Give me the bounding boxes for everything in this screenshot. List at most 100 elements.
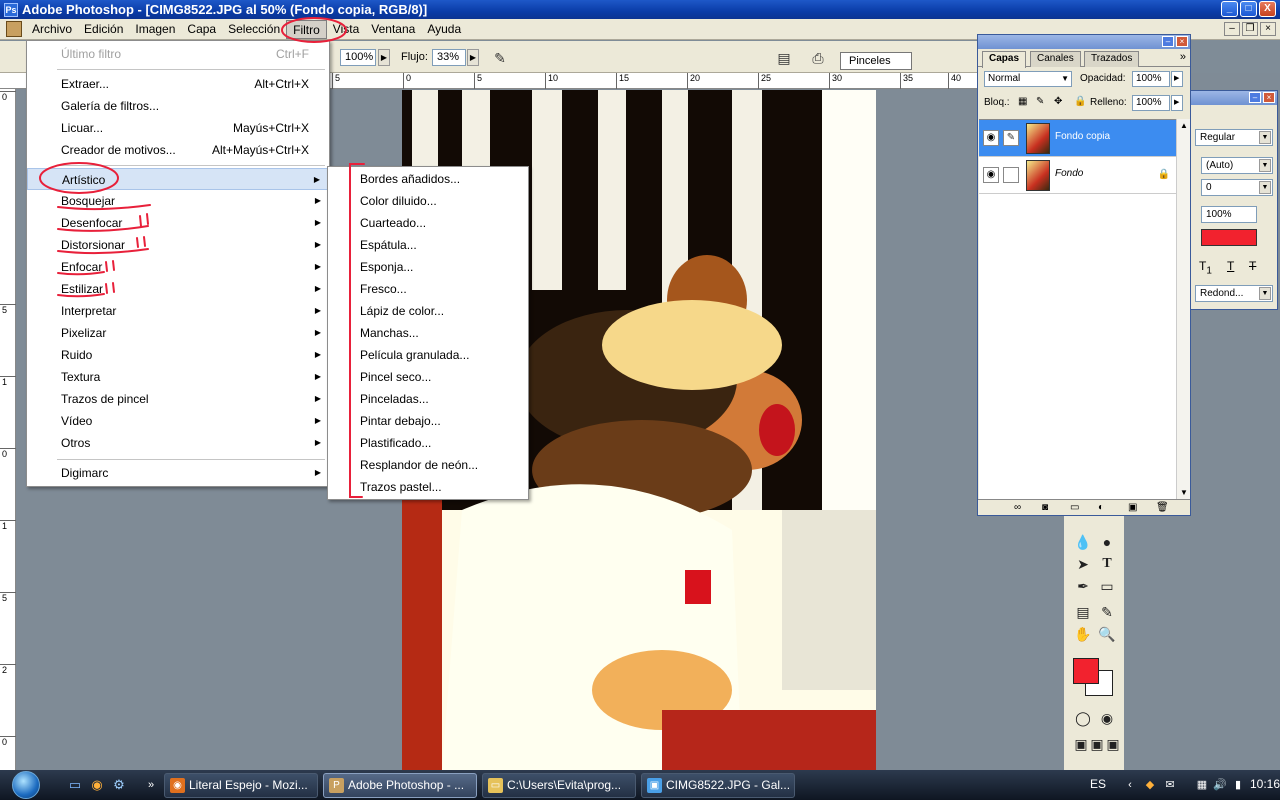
- submenu-item[interactable]: Pintar debajo...: [328, 410, 528, 432]
- menu-artistico[interactable]: Artístico ▶: [27, 168, 329, 190]
- menu-capa[interactable]: Capa: [181, 20, 222, 39]
- eye-icon[interactable]: ◉: [983, 167, 999, 183]
- task-firefox[interactable]: ◉ Literal Espejo - Mozi...: [164, 773, 318, 798]
- eyedropper-icon[interactable]: ✎: [1096, 602, 1118, 622]
- trash-icon[interactable]: 🗑: [1156, 502, 1169, 513]
- language-indicator[interactable]: ES: [1090, 777, 1106, 791]
- brushes-tab[interactable]: Pinceles: [840, 52, 912, 70]
- new-layer-icon[interactable]: ▣: [1128, 502, 1137, 513]
- submenu-item[interactable]: Color diluido...: [328, 190, 528, 212]
- submenu-item[interactable]: Resplandor de neón...: [328, 454, 528, 476]
- panel-close-button[interactable]: ×: [1176, 36, 1188, 47]
- strikethrough-icon[interactable]: T: [1249, 259, 1256, 273]
- menu-filtro[interactable]: Filtro: [286, 19, 327, 39]
- menu-last-filter[interactable]: Último filtro Ctrl+F: [27, 43, 329, 65]
- submenu-item[interactable]: Manchas...: [328, 322, 528, 344]
- submenu-item[interactable]: Película granulada...: [328, 344, 528, 366]
- menu-edicion[interactable]: Edición: [78, 20, 129, 39]
- palette-well-icon[interactable]: ▤: [774, 48, 794, 68]
- adjustment-layer-icon[interactable]: ◐: [1098, 502, 1104, 513]
- menu-pixelizar[interactable]: Pixelizar ▶: [27, 322, 329, 344]
- screen-mode-3-icon[interactable]: ▣: [1102, 734, 1124, 754]
- menu-textura[interactable]: Textura ▶: [27, 366, 329, 388]
- foreground-color-swatch[interactable]: [1073, 658, 1099, 684]
- new-group-icon[interactable]: ▭: [1070, 502, 1079, 513]
- pen-tool-icon[interactable]: ✒: [1072, 576, 1094, 596]
- link-slot[interactable]: [1003, 167, 1019, 183]
- type-tool-icon[interactable]: T: [1096, 554, 1118, 574]
- tracking-select[interactable]: 0 ▼: [1201, 179, 1273, 196]
- submenu-item[interactable]: Espátula...: [328, 234, 528, 256]
- menu-vista[interactable]: Vista: [327, 20, 365, 39]
- notes-tool-icon[interactable]: ▤: [1072, 602, 1094, 622]
- layer-row-fondo-copia[interactable]: ◉ ✎ Fondo copia: [979, 120, 1176, 157]
- scale-field[interactable]: 100%: [1201, 206, 1257, 223]
- menu-ayuda[interactable]: Ayuda: [421, 20, 467, 39]
- menu-pattern-maker[interactable]: Creador de motivos... Alt+Mayús+Ctrl+X: [27, 139, 329, 161]
- hand-tool-icon[interactable]: ✋: [1072, 624, 1094, 644]
- tray-app-icon[interactable]: ◆: [1142, 777, 1158, 793]
- menu-estilizar[interactable]: Estilizar ▶: [27, 278, 329, 300]
- blur-tool-icon[interactable]: 💧: [1072, 532, 1094, 552]
- lock-position-icon[interactable]: ✥: [1054, 96, 1062, 107]
- start-button[interactable]: [8, 770, 52, 800]
- menu-seleccion[interactable]: Selección: [222, 20, 286, 39]
- submenu-item[interactable]: Pinceladas...: [328, 388, 528, 410]
- doc-minimize-button[interactable]: –: [1224, 22, 1240, 36]
- link-layers-icon[interactable]: ∞: [1014, 502, 1021, 513]
- dodge-tool-icon[interactable]: ●: [1096, 532, 1118, 552]
- menu-interpretar[interactable]: Interpretar ▶: [27, 300, 329, 322]
- menu-distorsionar[interactable]: Distorsionar ▶: [27, 234, 329, 256]
- flow-field[interactable]: 33%: [432, 49, 466, 66]
- show-desktop-icon[interactable]: ▭: [66, 777, 84, 793]
- tab-canales[interactable]: Canales: [1030, 51, 1081, 67]
- close-button[interactable]: X: [1259, 1, 1276, 17]
- opacity-arrow[interactable]: ▶: [378, 49, 390, 66]
- submenu-item[interactable]: Esponja...: [328, 256, 528, 278]
- underline-icon[interactable]: T: [1227, 259, 1234, 273]
- submenu-item[interactable]: Plastificado...: [328, 432, 528, 454]
- zoom-tool-icon[interactable]: 🔍: [1096, 624, 1118, 644]
- panel-minimize-button[interactable]: –: [1162, 36, 1174, 47]
- doc-close-button[interactable]: ×: [1260, 22, 1276, 36]
- menu-archivo[interactable]: Archivo: [26, 20, 78, 39]
- char-panel-minimize-button[interactable]: –: [1249, 92, 1261, 103]
- font-style-select[interactable]: Regular ▼: [1195, 129, 1273, 146]
- text-color-swatch[interactable]: [1201, 229, 1257, 246]
- fill-arrow[interactable]: ▶: [1171, 95, 1183, 111]
- volume-icon[interactable]: 🔊: [1212, 777, 1228, 793]
- menu-otros[interactable]: Otros ▶: [27, 432, 329, 454]
- tab-capas[interactable]: Capas: [982, 51, 1027, 68]
- shape-tool-icon[interactable]: ▭: [1096, 576, 1118, 596]
- lock-all-icon[interactable]: 🔒: [1074, 96, 1086, 107]
- menu-imagen[interactable]: Imagen: [129, 20, 181, 39]
- layer-row-fondo[interactable]: ◉ Fondo 🔒: [979, 157, 1176, 194]
- menu-desenfocar[interactable]: Desenfocar ▶: [27, 212, 329, 234]
- opacity-field[interactable]: 100%: [340, 49, 376, 66]
- layer-mask-icon[interactable]: ◙: [1042, 502, 1048, 513]
- submenu-item[interactable]: Bordes añadidos...: [328, 168, 528, 190]
- menu-ventana[interactable]: Ventana: [365, 20, 421, 39]
- tray-update-icon[interactable]: ✉: [1162, 777, 1178, 793]
- quicklaunch-more-icon[interactable]: »: [142, 777, 160, 793]
- airbrush-icon[interactable]: ✎: [490, 48, 510, 68]
- tray-expand-icon[interactable]: ‹: [1122, 777, 1138, 793]
- power-icon[interactable]: ▮: [1230, 777, 1246, 793]
- submenu-item[interactable]: Lápiz de color...: [328, 300, 528, 322]
- fill-field[interactable]: 100%: [1132, 95, 1170, 111]
- blend-mode-select[interactable]: Normal ▼: [984, 71, 1072, 87]
- layer-opacity-field[interactable]: 100%: [1132, 71, 1170, 87]
- firefox-quicklaunch-icon[interactable]: ◉: [88, 777, 106, 793]
- quick-mask-icon[interactable]: ◉: [1096, 708, 1118, 728]
- menu-enfocar[interactable]: Enfocar ▶: [27, 256, 329, 278]
- brush-link-icon[interactable]: ✎: [1003, 130, 1019, 146]
- char-panel-close-button[interactable]: ×: [1263, 92, 1275, 103]
- doc-restore-button[interactable]: ❐: [1242, 22, 1258, 36]
- faux-subscript-icon[interactable]: T1: [1199, 259, 1212, 276]
- clock[interactable]: 10:16: [1250, 777, 1280, 791]
- document-icon[interactable]: [6, 21, 22, 37]
- menu-ruido[interactable]: Ruido ▶: [27, 344, 329, 366]
- menu-extract[interactable]: Extraer... Alt+Ctrl+X: [27, 73, 329, 95]
- path-selection-icon[interactable]: ➤: [1072, 554, 1094, 574]
- layer-list-scrollbar[interactable]: ▲ ▼: [1176, 119, 1190, 499]
